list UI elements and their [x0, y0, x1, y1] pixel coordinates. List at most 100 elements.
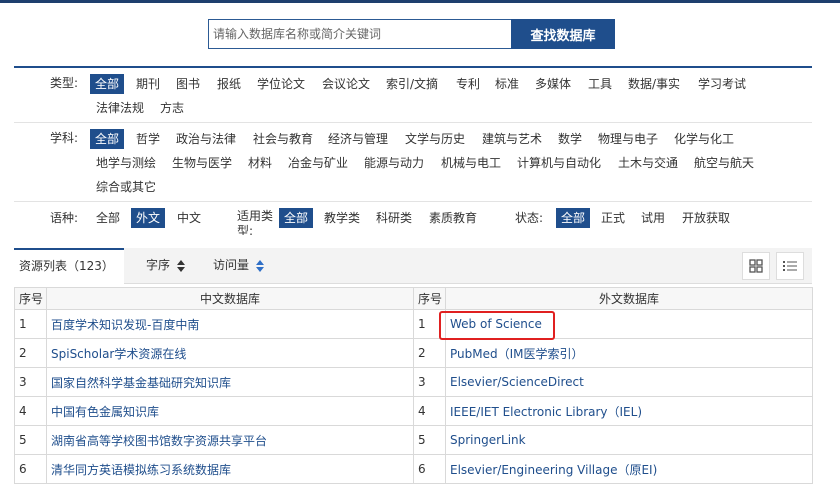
search-button[interactable]: 查找数据库	[511, 19, 615, 49]
language-option-chinese[interactable]: 中文	[177, 208, 201, 228]
subject-option-aerospace[interactable]: 航空与航天	[694, 153, 754, 173]
filter-divider	[14, 201, 812, 202]
status-option-official[interactable]: 正式	[601, 208, 625, 228]
list-view-icon	[783, 261, 797, 271]
type-option-standard[interactable]: 标准	[495, 74, 519, 94]
search-input[interactable]	[208, 19, 511, 49]
en-database-link[interactable]: PubMed（IM医学索引）	[445, 338, 813, 368]
type-option-book[interactable]: 图书	[176, 74, 200, 94]
status-option-all[interactable]: 全部	[556, 208, 591, 228]
cn-row-number: 4	[14, 396, 47, 426]
database-table: 序号 中文数据库 序号 外文数据库 1 百度学术知识发现-百度中南 1 Web …	[14, 287, 813, 484]
table-row: 1 百度学术知识发现-百度中南 1 Web of Science	[14, 309, 813, 339]
list-view-button[interactable]	[776, 252, 804, 280]
en-row-number: 6	[413, 454, 446, 484]
usage-filter-label: 适用类型:	[237, 209, 274, 235]
resource-list-toolbar: 资源列表（123） 字序 访问量	[14, 248, 812, 284]
grid-view-button[interactable]	[742, 252, 770, 280]
column-header-en-db: 外文数据库	[445, 287, 813, 310]
column-header-en-no: 序号	[413, 287, 446, 310]
subject-option-economics[interactable]: 经济与管理	[328, 129, 388, 149]
subject-option-other[interactable]: 综合或其它	[96, 177, 156, 197]
resource-list-tab[interactable]: 资源列表（123）	[14, 248, 124, 284]
usage-option-all[interactable]: 全部	[279, 208, 314, 228]
status-option-trial[interactable]: 试用	[641, 208, 665, 228]
subject-option-philosophy[interactable]: 哲学	[136, 129, 160, 149]
type-filter-label: 类型:	[50, 76, 79, 90]
usage-option-research[interactable]: 科研类	[376, 208, 412, 228]
subject-option-physics[interactable]: 物理与电子	[598, 129, 658, 149]
en-row-number: 1	[413, 309, 446, 339]
subject-option-literature-history[interactable]: 文学与历史	[405, 129, 465, 149]
type-option-law[interactable]: 法律法规	[96, 98, 144, 118]
sort-visits-label: 访问量	[213, 258, 250, 272]
subject-option-society-education[interactable]: 社会与教育	[253, 129, 313, 149]
subject-option-architecture-art[interactable]: 建筑与艺术	[482, 129, 542, 149]
status-option-open-access[interactable]: 开放获取	[682, 208, 730, 228]
table-row: 5 湖南省高等学校图书馆数字资源共享平台 5 SpringerLink	[14, 425, 813, 455]
table-row: 3 国家自然科学基金基础研究知识库 3 Elsevier/ScienceDire…	[14, 367, 813, 397]
subject-option-politics-law[interactable]: 政治与法律	[176, 129, 236, 149]
cn-database-link[interactable]: SpiScholar学术资源在线	[46, 338, 414, 368]
type-option-conference[interactable]: 会议论文	[322, 74, 370, 94]
cn-database-link[interactable]: 国家自然科学基金基础研究知识库	[46, 367, 414, 397]
sort-by-order[interactable]: 字序	[146, 248, 185, 284]
type-option-journal[interactable]: 期刊	[136, 74, 160, 94]
type-option-patent[interactable]: 专利	[456, 74, 480, 94]
type-option-all[interactable]: 全部	[90, 74, 125, 94]
en-database-link[interactable]: Elsevier/Engineering Village（原EI)	[445, 454, 813, 484]
subject-option-energy[interactable]: 能源与动力	[364, 153, 424, 173]
en-row-number: 2	[413, 338, 446, 368]
column-header-cn-db: 中文数据库	[46, 287, 414, 310]
type-option-thesis[interactable]: 学位论文	[257, 74, 305, 94]
type-option-tool[interactable]: 工具	[588, 74, 612, 94]
cn-database-link[interactable]: 百度学术知识发现-百度中南	[46, 309, 414, 339]
subject-option-geo[interactable]: 地学与测绘	[96, 153, 156, 173]
cn-row-number: 6	[14, 454, 47, 484]
type-option-index[interactable]: 索引/文摘	[386, 74, 438, 94]
subject-option-bio-medicine[interactable]: 生物与医学	[172, 153, 232, 173]
search-bar: 查找数据库	[208, 19, 615, 49]
subject-option-computer[interactable]: 计算机与自动化	[517, 153, 601, 173]
subject-option-math[interactable]: 数学	[558, 129, 582, 149]
cn-row-number: 1	[14, 309, 47, 339]
subject-option-civil[interactable]: 土木与交通	[618, 153, 678, 173]
en-row-number: 4	[413, 396, 446, 426]
filter-divider	[14, 122, 812, 123]
subject-option-materials[interactable]: 材料	[248, 153, 272, 173]
en-database-link[interactable]: Elsevier/ScienceDirect	[445, 367, 813, 397]
sort-toggle-icon	[176, 259, 185, 272]
type-option-exam[interactable]: 学习考试	[698, 74, 746, 94]
sort-by-visits[interactable]: 访问量	[213, 248, 264, 284]
subject-filter-label: 学科:	[50, 131, 79, 145]
filter-panel: 类型: 全部 期刊 图书 报纸 学位论文 会议论文 索引/文摘 专利 标准 多媒…	[14, 66, 812, 235]
type-option-gazetteer[interactable]: 方志	[160, 98, 184, 118]
subject-option-mechanical[interactable]: 机械与电工	[441, 153, 501, 173]
type-option-multimedia[interactable]: 多媒体	[535, 74, 571, 94]
top-accent-bar	[0, 0, 840, 3]
en-row-number: 3	[413, 367, 446, 397]
column-header-cn-no: 序号	[14, 287, 47, 310]
sort-toggle-icon	[255, 259, 264, 272]
grid-view-icon	[749, 259, 763, 273]
table-row: 4 中国有色金属知识库 4 IEEE/IET Electronic Librar…	[14, 396, 813, 426]
cn-database-link[interactable]: 湖南省高等学校图书馆数字资源共享平台	[46, 425, 414, 455]
usage-option-quality[interactable]: 素质教育	[429, 208, 477, 228]
en-row-number: 5	[413, 425, 446, 455]
subject-option-metallurgy[interactable]: 冶金与矿业	[288, 153, 348, 173]
sort-order-label: 字序	[146, 258, 171, 272]
cn-row-number: 2	[14, 338, 47, 368]
usage-option-teaching[interactable]: 教学类	[324, 208, 360, 228]
language-option-all[interactable]: 全部	[96, 208, 120, 228]
cn-database-link[interactable]: 中国有色金属知识库	[46, 396, 414, 426]
type-option-data[interactable]: 数据/事实	[628, 74, 680, 94]
subject-option-all[interactable]: 全部	[90, 129, 125, 149]
language-option-foreign[interactable]: 外文	[131, 208, 166, 228]
cn-database-link[interactable]: 清华同方英语模拟练习系统数据库	[46, 454, 414, 484]
en-database-link[interactable]: IEEE/IET Electronic Library（IEL)	[445, 396, 813, 426]
subject-option-chemistry[interactable]: 化学与化工	[674, 129, 734, 149]
type-option-newspaper[interactable]: 报纸	[217, 74, 241, 94]
en-database-link[interactable]: SpringerLink	[445, 425, 813, 455]
table-row: 2 SpiScholar学术资源在线 2 PubMed（IM医学索引）	[14, 338, 813, 368]
en-database-link[interactable]: Web of Science	[445, 309, 813, 339]
